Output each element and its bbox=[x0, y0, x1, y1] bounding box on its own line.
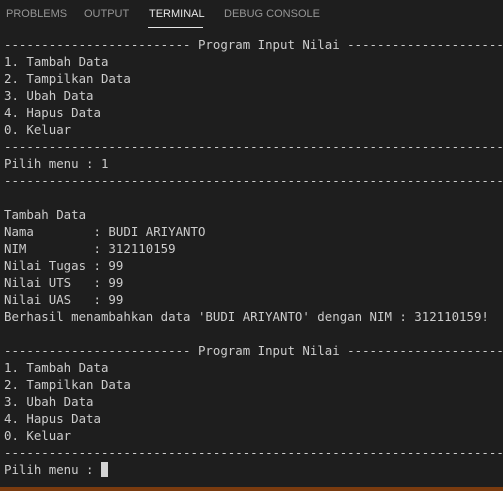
tab-terminal[interactable]: TERMINAL bbox=[149, 0, 205, 28]
menu-choice-line: Pilih menu : 1 bbox=[4, 156, 109, 171]
section-title-line: Tambah Data bbox=[4, 207, 87, 222]
active-tab-indicator bbox=[148, 27, 203, 28]
menu-option-hapus: 4. Hapus Data bbox=[4, 105, 101, 120]
terminal-output[interactable]: ------------------------- Program Input … bbox=[0, 36, 503, 487]
tab-debug-console[interactable]: DEBUG CONSOLE bbox=[224, 0, 320, 28]
nilai-tugas-line: Nilai Tugas : 99 bbox=[4, 258, 124, 273]
menu-option-tambah: 1. Tambah Data bbox=[4, 54, 109, 69]
status-bar-edge bbox=[0, 487, 503, 491]
success-message-line: Berhasil menambahkan data 'BUDI ARIYANTO… bbox=[4, 309, 489, 324]
terminal-cursor bbox=[100, 462, 108, 477]
nim-line: NIM : 312110159 bbox=[4, 241, 176, 256]
menu-option-tambah: 1. Tambah Data bbox=[4, 360, 109, 375]
menu-option-tampilkan: 2. Tampilkan Data bbox=[4, 71, 131, 86]
nilai-uas-line: Nilai UAS : 99 bbox=[4, 292, 124, 307]
menu-option-keluar: 0. Keluar bbox=[4, 428, 72, 443]
menu-option-hapus: 4. Hapus Data bbox=[4, 411, 101, 426]
nilai-uts-line: Nilai UTS : 99 bbox=[4, 275, 124, 290]
menu-header-line: ------------------------- Program Input … bbox=[4, 343, 503, 358]
tab-problems[interactable]: PROBLEMS bbox=[6, 0, 67, 28]
menu-option-ubah: 3. Ubah Data bbox=[4, 88, 94, 103]
nama-line: Nama : BUDI ARIYANTO bbox=[4, 224, 206, 239]
separator-line: ----------------------------------------… bbox=[4, 139, 503, 154]
menu-option-tampilkan: 2. Tampilkan Data bbox=[4, 377, 131, 392]
prompt-text: Pilih menu : bbox=[4, 462, 101, 477]
menu-header-line: ------------------------- Program Input … bbox=[4, 37, 503, 52]
menu-option-keluar: 0. Keluar bbox=[4, 122, 72, 137]
panel-tab-bar: PROBLEMS OUTPUT TERMINAL DEBUG CONSOLE bbox=[0, 0, 503, 30]
tab-output[interactable]: OUTPUT bbox=[84, 0, 129, 28]
menu-option-ubah: 3. Ubah Data bbox=[4, 394, 94, 409]
separator-line: ----------------------------------------… bbox=[4, 173, 503, 188]
input-prompt-line[interactable]: Pilih menu : bbox=[0, 461, 503, 478]
separator-line: ----------------------------------------… bbox=[4, 445, 503, 460]
